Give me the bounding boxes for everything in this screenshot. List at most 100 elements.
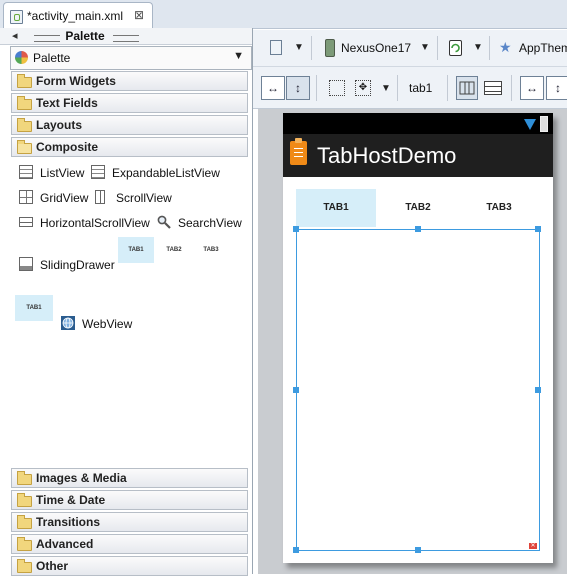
selected-frame-layout[interactable]: ✕ (293, 226, 541, 553)
widget-label: SearchView (178, 216, 242, 230)
folder-icon (17, 74, 32, 88)
widget-expandablelistview[interactable]: ExpandableListView (91, 163, 221, 183)
resize-handle[interactable] (415, 226, 421, 232)
device-preview: TabHostDemo TAB1 TAB2 TAB3 ✕ (283, 113, 553, 563)
widget-slidingdrawer[interactable]: SlidingDrawer (19, 255, 119, 275)
margins-icon[interactable] (329, 80, 345, 96)
battery-icon (540, 116, 548, 132)
open-folder-icon (17, 140, 32, 154)
category-transitions[interactable]: Transitions (11, 512, 248, 532)
palette-dropdown[interactable]: Palette ▼ (10, 46, 252, 70)
category-label: Text Fields (36, 96, 98, 110)
toolbar-separator (397, 75, 398, 101)
gridview-icon (19, 190, 33, 204)
clipboard-app-icon (290, 138, 307, 165)
chevron-down-icon[interactable]: ▼ (420, 42, 430, 53)
tab1-preview: TAB1 (118, 237, 154, 263)
chevron-down-icon[interactable]: ▼ (473, 42, 483, 53)
horizontal-scrollview-icon (19, 217, 33, 227)
selected-id-field[interactable]: tab1 (409, 81, 432, 95)
resize-handle[interactable] (415, 547, 421, 553)
resize-handle[interactable] (293, 387, 299, 393)
category-advanced[interactable]: Advanced (11, 534, 248, 554)
layout-file-icon[interactable] (270, 40, 282, 55)
palette-dropdown-value: Palette (33, 51, 71, 65)
category-label: Images & Media (36, 471, 127, 485)
widget-scrollview[interactable]: ScrollView (95, 188, 175, 208)
tab-tab3[interactable]: TAB3 (459, 189, 539, 227)
category-text-fields[interactable]: Text Fields (11, 93, 248, 113)
category-label: Time & Date (36, 493, 106, 507)
theme-selector[interactable]: AppTheme (519, 41, 567, 55)
tab2-preview: TAB2 (166, 247, 182, 253)
toolbar-separator (311, 36, 312, 60)
widget-webview[interactable]: WebView (61, 314, 136, 334)
close-icon[interactable]: ⊠ (134, 8, 144, 22)
vertical-layout-icon[interactable] (456, 76, 478, 100)
category-label: Other (36, 559, 69, 573)
palette-title: Palette (65, 29, 105, 43)
category-images-media[interactable]: Images & Media (11, 468, 248, 488)
match-height-icon[interactable]: ↕ (286, 76, 310, 100)
layout-toolbar-config: ▼ NexusOne17 ▼ ▼ ★ AppTheme (253, 30, 567, 67)
resize-handle[interactable] (535, 387, 541, 393)
toolbar-separator (489, 36, 490, 60)
folder-icon (17, 537, 32, 551)
device-selector[interactable]: NexusOne17 (341, 41, 411, 55)
widget-label: SlidingDrawer (40, 258, 115, 272)
toolbar-separator (511, 75, 512, 101)
resize-handle[interactable] (293, 547, 299, 553)
chevron-down-icon: ▼ (233, 50, 244, 62)
category-other[interactable]: Other (11, 556, 248, 576)
status-bar (283, 113, 553, 134)
slidingdrawer-icon (19, 257, 33, 271)
toolbar-separator (316, 75, 317, 101)
category-label: Layouts (36, 118, 83, 132)
category-time-date[interactable]: Time & Date (11, 490, 248, 510)
tab3-preview: TAB3 (203, 247, 219, 253)
widget-searchview[interactable]: SearchView (157, 213, 242, 233)
tab-tab1[interactable]: TAB1 (296, 189, 376, 227)
match-width-icon[interactable]: ↔ (261, 76, 285, 100)
app-title: TabHostDemo (317, 143, 457, 168)
editor-tab-activity-main[interactable]: *activity_main.xml ⊠ (3, 2, 153, 29)
error-marker-icon: ✕ (529, 543, 537, 549)
widget-horizontalscrollview[interactable]: HorizontalScrollView (19, 213, 151, 233)
rotate-orientation-icon[interactable] (449, 40, 462, 56)
category-form-widgets[interactable]: Form Widgets (11, 71, 248, 91)
action-bar: TabHostDemo (283, 134, 553, 177)
horizontal-layout-icon[interactable] (484, 81, 502, 95)
device-icon (325, 39, 335, 57)
scrollview-icon (95, 190, 105, 204)
fill-width-icon[interactable]: ↔ (520, 76, 544, 100)
fill-height-icon[interactable]: ↕ (546, 76, 567, 100)
category-composite[interactable]: Composite (11, 137, 248, 157)
widget-label: ScrollView (116, 191, 172, 205)
resize-handle[interactable] (535, 226, 541, 232)
tabhost-preview[interactable]: TAB1 TAB2 TAB3 (118, 237, 230, 263)
category-layouts[interactable]: Layouts (11, 115, 248, 135)
folder-icon (17, 96, 32, 110)
palette-pane: ◂ Palette Palette ▼ Form Widgets Text Fi… (0, 28, 253, 576)
layout-toolbar-actions: ↔ ↕ ✥ ▼ tab1 ↔ ↕ (253, 67, 567, 109)
toolbar-separator (447, 75, 448, 101)
editor-tab-label: *activity_main.xml (27, 9, 124, 23)
palette-icon (15, 51, 28, 64)
chevron-down-icon[interactable]: ▼ (381, 83, 391, 94)
category-label: Transitions (36, 515, 101, 529)
widget-label: WebView (82, 317, 133, 331)
chevron-down-icon[interactable]: ▼ (294, 42, 304, 53)
widget-label: GridView (40, 191, 89, 205)
editor-tab-strip: *activity_main.xml ⊠ (0, 0, 567, 29)
tab-tab2[interactable]: TAB2 (378, 189, 458, 227)
category-label: Form Widgets (36, 74, 116, 88)
category-label: Advanced (36, 537, 94, 551)
category-label: Composite (36, 140, 99, 154)
gravity-icon[interactable]: ✥ (355, 80, 371, 96)
magnifier-icon (157, 215, 171, 229)
resize-handle[interactable] (293, 226, 299, 232)
widget-label: HorizontalScrollView (40, 216, 150, 230)
tabwidget-preview[interactable]: TAB1 (15, 295, 53, 321)
widget-gridview[interactable]: GridView (19, 188, 89, 208)
widget-listview[interactable]: ListView (19, 163, 85, 183)
